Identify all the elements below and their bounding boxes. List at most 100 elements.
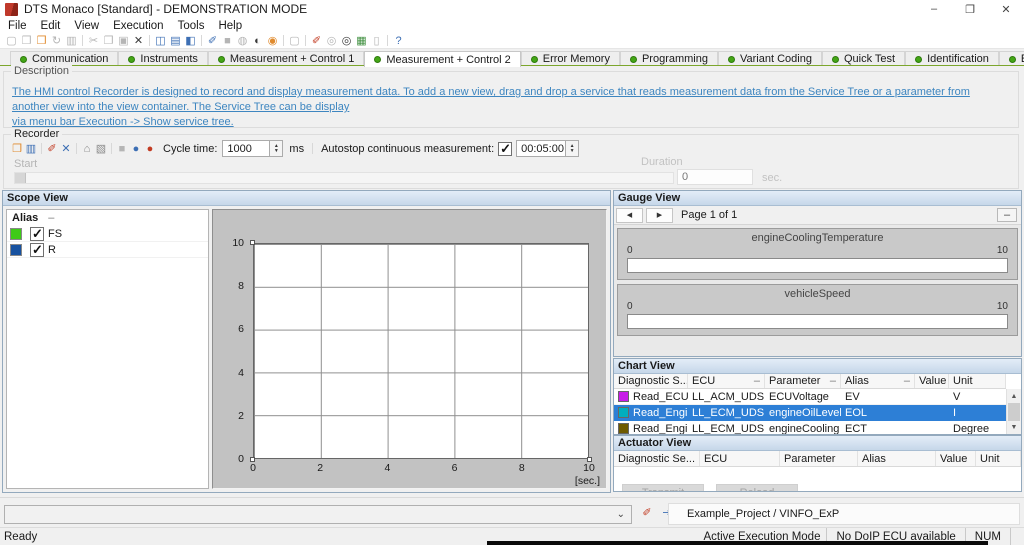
restore-icon[interactable]: ❐ (952, 0, 988, 18)
gauge-engine-cooling-temperature[interactable]: engineCoolingTemperature 0 10 (617, 228, 1018, 280)
menu-help[interactable]: Help (211, 20, 249, 32)
pause-icon[interactable]: ◍ (235, 34, 250, 48)
col-header-unit[interactable]: Unit (949, 374, 1006, 388)
alias-column-header[interactable]: Alias – (7, 210, 208, 226)
menu-file[interactable]: File (1, 20, 34, 32)
description-line-1: The HMI control Recorder is designed to … (12, 86, 970, 113)
description-link-text[interactable]: The HMI control Recorder is designed to … (12, 85, 1010, 130)
cycle-time-spinner[interactable] (270, 140, 283, 157)
autostop-checkbox[interactable] (498, 142, 512, 156)
recorder-open-icon[interactable]: ❒ (10, 142, 24, 155)
col-header-ecu[interactable]: ECU (700, 451, 780, 466)
open-icon[interactable]: ❒ (19, 34, 34, 48)
col-header-value[interactable]: Value (915, 374, 949, 388)
recorder-save-icon[interactable]: ▥ (24, 142, 38, 155)
gauge-pagination: ◀ ▶ Page 1 of 1 – (614, 206, 1021, 225)
recorder-stop-icon[interactable]: ■ (115, 143, 129, 155)
zoom-out-icon[interactable]: ◎ (324, 34, 339, 48)
col-header-unit[interactable]: Unit (976, 451, 1021, 466)
col-header-parameter[interactable]: Parameter– (765, 374, 841, 388)
reload-button[interactable]: Reload (716, 484, 798, 491)
recorder-marker-icon[interactable]: ✐ (45, 142, 59, 155)
tab-communication[interactable]: Communication (10, 51, 118, 66)
col-header-parameter[interactable]: Parameter (780, 451, 858, 466)
paste-icon[interactable]: ▣ (116, 34, 131, 48)
col-header-value[interactable]: Value (936, 451, 976, 466)
clipboard-icon[interactable]: ▯ (369, 34, 384, 48)
page-prev-icon[interactable]: ◀ (616, 208, 643, 223)
menu-tools[interactable]: Tools (171, 20, 212, 32)
scroll-down-icon[interactable]: ▼ (1007, 420, 1021, 434)
alias-row-fs[interactable]: FS (7, 226, 208, 242)
connect-icon[interactable]: ✐ (205, 34, 220, 48)
variant-icon[interactable]: ▦ (354, 34, 369, 48)
new-icon[interactable]: ▢ (4, 34, 19, 48)
layout-grid-icon[interactable]: ◧ (183, 34, 198, 48)
transmit-button[interactable]: Transmit (622, 484, 704, 491)
menu-edit[interactable]: Edit (34, 20, 68, 32)
col-header-ecu[interactable]: ECU– (688, 374, 765, 388)
gauge-vehicle-speed[interactable]: vehicleSpeed 0 10 (617, 284, 1018, 336)
page-next-icon[interactable]: ▶ (646, 208, 673, 223)
table-row[interactable]: Read_ECU... LL_ACM_UDS ECUVoltage EV V (614, 389, 1006, 405)
scroll-up-icon[interactable]: ▲ (1007, 389, 1021, 403)
refresh-icon[interactable]: ↻ (49, 34, 64, 48)
scope-view-panel: Scope View Alias – FS R 10 8 6 4 2 0 (2, 190, 611, 493)
actuator-table: Diagnostic Se...– ECU Parameter Alias Va… (614, 451, 1021, 491)
scope-chart-area[interactable]: 10 8 6 4 2 0 0 2 4 6 8 10 [sec.] (212, 209, 607, 489)
table-row[interactable]: Read_Engi... LL_ECM_UDS engineCooling EC… (614, 421, 1006, 434)
tab-variant-coding[interactable]: Variant Coding (718, 51, 822, 66)
autostop-time-input[interactable]: 00:05:00 (516, 140, 566, 157)
open-project-icon[interactable]: ❒ (34, 34, 49, 48)
menu-view[interactable]: View (67, 20, 106, 32)
tab-error-memory[interactable]: Error Memory (521, 51, 620, 66)
autostop-time-spinner[interactable] (566, 140, 579, 157)
vertical-scrollbar[interactable]: ▲ ▼ (1006, 389, 1021, 434)
minimize-icon[interactable]: – (916, 0, 952, 18)
collapse-icon[interactable]: – (997, 208, 1017, 222)
save-icon[interactable]: ▥ (64, 34, 79, 48)
recorder-export-icon[interactable]: ▧ (94, 142, 108, 155)
copy-icon[interactable]: ❐ (101, 34, 116, 48)
menu-execution[interactable]: Execution (106, 20, 171, 32)
frame-icon[interactable]: ▢ (287, 34, 302, 48)
series-visibility-checkbox[interactable] (30, 243, 44, 257)
tab-expert-diagnostics[interactable]: Expert diagnostics (999, 51, 1024, 66)
plot-handle[interactable] (250, 240, 255, 245)
layout-left-icon[interactable]: ◫ (153, 34, 168, 48)
project-path-field[interactable]: Example_Project / VINFO_ExP (668, 503, 1020, 525)
record-icon[interactable]: ◐ (250, 34, 265, 48)
stop-icon[interactable]: ■ (220, 34, 235, 48)
tab-programming[interactable]: Programming (620, 51, 718, 66)
tab-measurement-control-1[interactable]: Measurement + Control 1 (208, 51, 364, 66)
chevron-down-icon[interactable]: ⌄ (617, 509, 631, 520)
zoom-in-icon[interactable]: ◎ (339, 34, 354, 48)
flash-icon[interactable]: ✐ (309, 34, 324, 48)
tab-identification[interactable]: Identification (905, 51, 999, 66)
series-visibility-checkbox[interactable] (30, 227, 44, 241)
cycle-time-input[interactable]: 1000 (222, 140, 270, 157)
layout-rows-icon[interactable]: ▤ (168, 34, 183, 48)
service-combobox[interactable]: ⌄ (4, 505, 632, 524)
close-icon[interactable]: ✕ (988, 0, 1024, 18)
col-header-diagnostic-service[interactable]: Diagnostic Se...– (614, 451, 700, 466)
tab-quick-test[interactable]: Quick Test (822, 51, 905, 66)
cut-icon[interactable]: ✂ (86, 34, 101, 48)
network-icon[interactable]: ◉ (265, 34, 280, 48)
edit-project-icon[interactable]: ✐ (640, 506, 654, 519)
alias-row-r[interactable]: R (7, 242, 208, 258)
scrollbar-thumb[interactable] (1008, 403, 1020, 421)
delete-icon[interactable]: ✕ (131, 34, 146, 48)
recorder-record-icon[interactable]: ● (129, 143, 143, 155)
col-header-diagnostic-service[interactable]: Diagnostic S...– (614, 374, 688, 388)
col-header-alias[interactable]: Alias (858, 451, 936, 466)
record-progress-bar (14, 172, 674, 184)
table-row-selected[interactable]: Read_Engi... LL_ECM_UDS engineOilLevel E… (614, 405, 1006, 421)
help-icon[interactable]: ? (391, 34, 406, 48)
col-header-alias[interactable]: Alias– (841, 374, 915, 388)
tab-instruments[interactable]: Instruments (118, 51, 207, 66)
tab-measurement-control-2[interactable]: Measurement + Control 2 (364, 51, 520, 67)
recorder-delete-icon[interactable]: ✕ (59, 142, 73, 155)
recorder-video-icon[interactable]: ● (143, 143, 157, 155)
recorder-home-icon[interactable]: ⌂ (80, 143, 94, 155)
